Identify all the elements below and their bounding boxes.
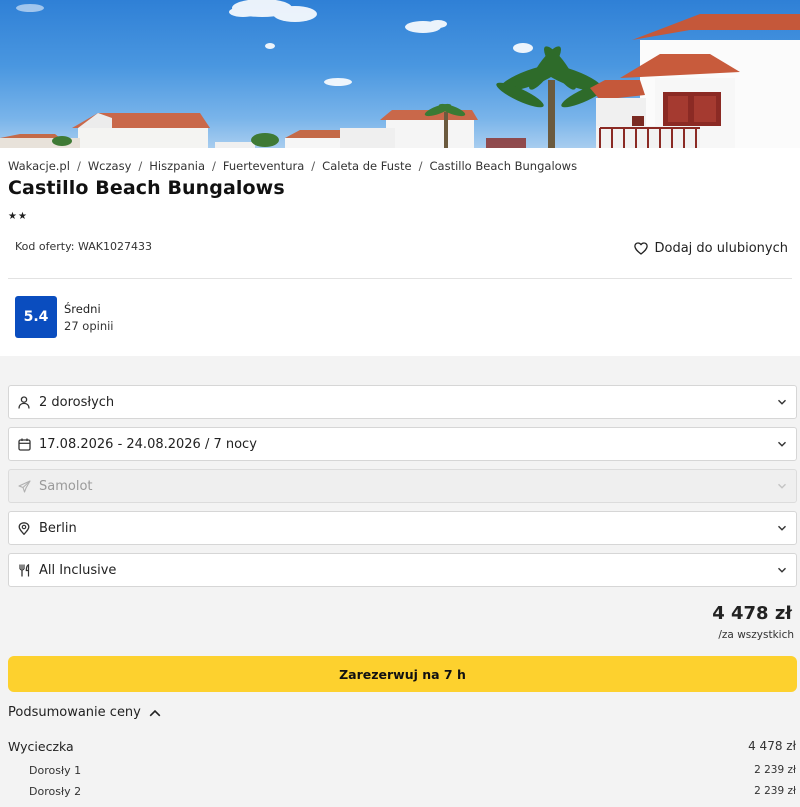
breadcrumb-separator: / bbox=[76, 159, 81, 173]
price-row-value: 4 478 zł bbox=[748, 739, 796, 753]
guests-value: 2 dorosłych bbox=[39, 394, 115, 410]
chevron-down-icon bbox=[778, 399, 786, 405]
price-summary-toggle[interactable]: Podsumowanie ceny bbox=[8, 705, 161, 720]
departure-select[interactable]: Berlin bbox=[8, 511, 797, 545]
departure-value: Berlin bbox=[39, 520, 77, 536]
calendar-icon bbox=[17, 437, 31, 451]
total-price: 4 478 zł bbox=[712, 603, 792, 624]
breadcrumb-link-country[interactable]: Hiszpania bbox=[149, 159, 205, 173]
reviews-count-link[interactable]: 27 opinii bbox=[64, 319, 114, 333]
dates-select[interactable]: 17.08.2026 - 24.08.2026 / 7 nocy bbox=[8, 427, 797, 461]
transport-value: Samolot bbox=[39, 478, 93, 494]
divider bbox=[8, 278, 792, 279]
price-row-trip: Wycieczka 4 478 zł bbox=[8, 739, 796, 754]
offer-code: Kod oferty: WAK1027433 bbox=[15, 240, 152, 253]
rating-score-badge: 5.4 bbox=[15, 296, 57, 338]
chevron-down-icon bbox=[778, 441, 786, 447]
board-type-value: All Inclusive bbox=[39, 562, 117, 578]
dates-value: 17.08.2026 - 24.08.2026 / 7 nocy bbox=[39, 436, 257, 452]
person-icon bbox=[17, 395, 31, 409]
hotel-stars: ★★ bbox=[8, 211, 28, 222]
rating-label: Średni bbox=[64, 302, 101, 316]
location-pin-icon bbox=[17, 521, 31, 535]
breadcrumb-separator: / bbox=[138, 159, 143, 173]
breadcrumb-separator: / bbox=[418, 159, 423, 173]
add-to-favorites-label: Dodaj do ulubionych bbox=[654, 241, 789, 256]
breadcrumb-separator: / bbox=[212, 159, 216, 173]
price-row-value: 2 239 zł bbox=[754, 785, 796, 797]
hotel-title: Castillo Beach Bungalows bbox=[8, 177, 285, 199]
chevron-down-icon bbox=[778, 567, 786, 573]
guests-select[interactable]: 2 dorosłych bbox=[8, 385, 797, 419]
breadcrumb: Wakacje.pl / Wczasy / Hiszpania / Fuerte… bbox=[8, 158, 577, 174]
price-row-adult: Dorosły 1 2 239 zł bbox=[8, 764, 796, 777]
heart-icon bbox=[633, 242, 648, 255]
breadcrumb-separator: / bbox=[311, 159, 316, 173]
chevron-down-icon bbox=[778, 483, 786, 489]
breadcrumb-link-city[interactable]: Caleta de Fuste bbox=[322, 159, 411, 173]
transport-select: Samolot bbox=[8, 469, 797, 503]
price-per-label: /za wszystkich bbox=[718, 629, 794, 641]
breadcrumb-link-region[interactable]: Fuerteventura bbox=[223, 159, 304, 173]
chevron-up-icon bbox=[149, 709, 161, 716]
board-type-select[interactable]: All Inclusive bbox=[8, 553, 797, 587]
hero-photo bbox=[0, 0, 800, 148]
add-to-favorites-button[interactable]: Dodaj do ulubionych bbox=[633, 241, 789, 256]
price-row-label: Dorosły 2 bbox=[29, 785, 82, 798]
book-button[interactable]: Zarezerwuj na 7 h bbox=[8, 656, 797, 692]
price-row-adult: Dorosły 2 2 239 zł bbox=[8, 785, 796, 798]
breadcrumb-link-wczasy[interactable]: Wczasy bbox=[88, 159, 132, 173]
breadcrumb-link-home[interactable]: Wakacje.pl bbox=[8, 159, 70, 173]
hotel-photo bbox=[0, 0, 800, 148]
price-row-label: Dorosły 1 bbox=[29, 764, 82, 777]
cutlery-icon bbox=[17, 563, 31, 577]
breadcrumb-link-hotel[interactable]: Castillo Beach Bungalows bbox=[430, 159, 578, 173]
plane-icon bbox=[17, 479, 31, 493]
chevron-down-icon bbox=[778, 525, 786, 531]
price-row-value: 2 239 zł bbox=[754, 764, 796, 776]
price-summary-label: Podsumowanie ceny bbox=[8, 705, 141, 720]
price-row-label: Wycieczka bbox=[8, 739, 74, 754]
